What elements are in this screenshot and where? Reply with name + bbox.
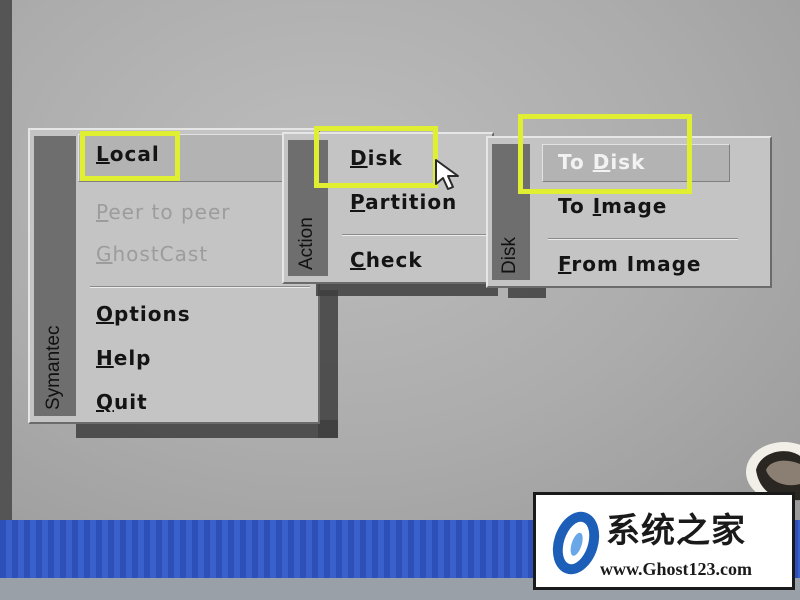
action-menu-shadow xyxy=(316,282,498,296)
main-menu-side-label: Symantec xyxy=(34,136,76,416)
logo-icon xyxy=(552,511,600,575)
menu-item-quit[interactable]: Quit xyxy=(96,390,148,414)
highlight-local xyxy=(80,131,180,181)
arrow-pointer-icon xyxy=(435,159,459,190)
menu-item-ghostcast: GhostCast xyxy=(96,242,209,266)
action-label: Action xyxy=(296,217,317,270)
disk-label: Disk xyxy=(499,237,520,274)
watermark: 系统之家 www.Ghost123.com xyxy=(533,492,795,590)
menu-item-options[interactable]: Options xyxy=(96,302,191,326)
highlight-disk xyxy=(314,126,438,188)
disk-menu-separator xyxy=(548,238,738,240)
symantec-label: Symantec xyxy=(43,325,64,410)
menu-item-to-image[interactable]: To Image xyxy=(558,194,667,218)
menu-item-partition[interactable]: Partition xyxy=(350,190,457,214)
menu-item-peer-to-peer: Peer to peer xyxy=(96,200,231,224)
monitor-bezel xyxy=(0,0,12,600)
menu-item-help[interactable]: Help xyxy=(96,346,152,370)
highlight-to-disk xyxy=(518,114,692,194)
main-menu-separator xyxy=(90,286,310,288)
action-menu-separator xyxy=(342,234,488,236)
main-menu-shadow-side xyxy=(318,290,338,438)
menu-item-from-image[interactable]: From Image xyxy=(558,252,701,276)
watermark-title: 系统之家 xyxy=(606,511,746,551)
menu-item-check[interactable]: Check xyxy=(350,248,423,272)
watermark-url: www.Ghost123.com xyxy=(600,559,752,579)
